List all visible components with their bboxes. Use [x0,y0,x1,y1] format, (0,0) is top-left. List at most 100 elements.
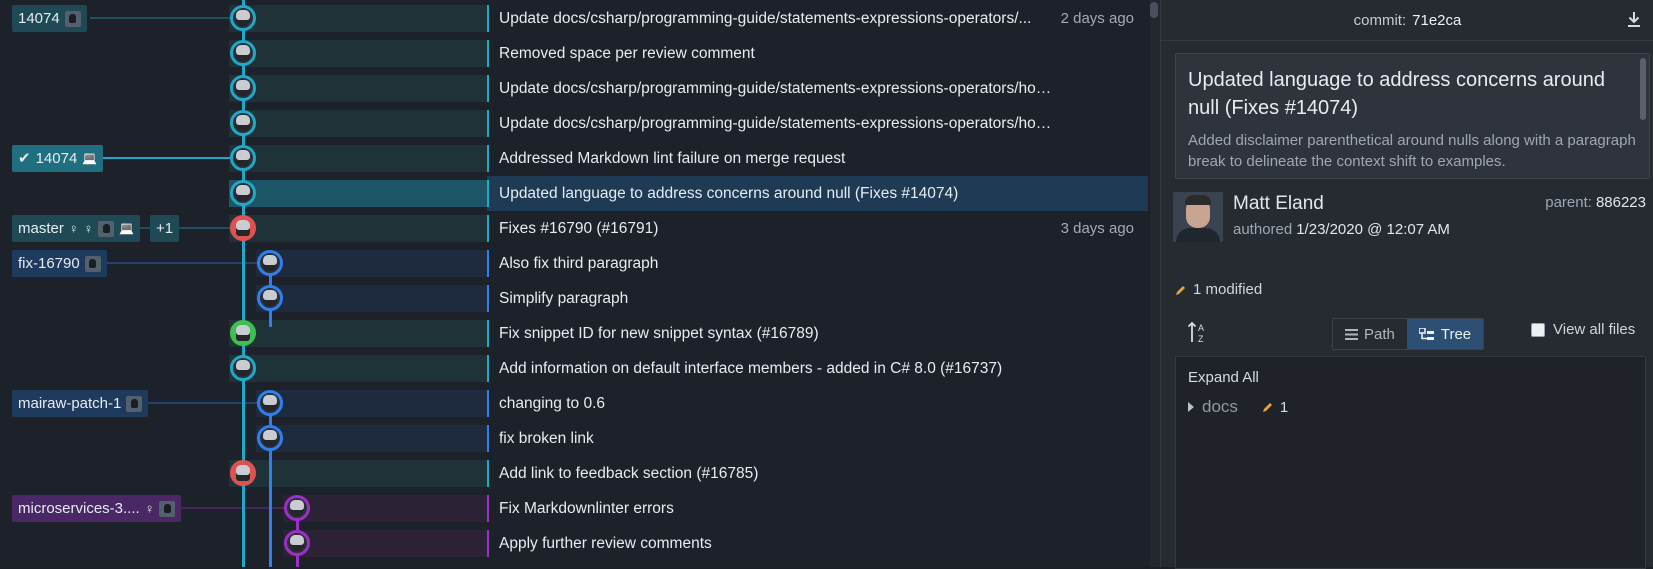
commit-row[interactable]: Add information on default interface mem… [0,351,1148,386]
laptop-icon: 💻 [82,151,98,165]
branch-label[interactable]: ✔ 14074 💻 [12,145,104,172]
avatar-icon [290,535,304,551]
branch-label[interactable]: 14074 [12,5,87,32]
download-icon[interactable] [1626,11,1642,29]
commit-node-avatar[interactable] [257,285,283,311]
caret-right-icon[interactable] [1188,402,1194,412]
pencil-icon [1262,403,1272,412]
commit-node-avatar[interactable] [230,145,256,171]
list-icon [1345,328,1358,340]
avatar-icon [263,290,277,306]
lane-band [283,530,487,557]
avatar-icon [263,430,277,446]
commit-sha[interactable]: 71e2ca [1412,12,1461,29]
expand-all-link[interactable]: Expand All [1188,369,1259,386]
commit-date: 3 days ago [1060,220,1134,237]
modified-summary: 1 modified [1175,281,1262,298]
avatar-icon [236,325,250,341]
graph-scrollbar[interactable] [1150,2,1158,18]
avatar-icon [236,360,250,376]
lane-band [256,390,487,417]
commit-row[interactable]: 14074 Update docs/csharp/programming-guid… [0,1,1148,36]
commit-node-avatar[interactable] [230,5,256,31]
commit-row[interactable]: Updated language to address concerns aro… [0,176,1148,211]
parent-sha[interactable]: 886223 [1596,194,1646,211]
commit-message: Fix Markdownlinter errors [499,500,674,517]
branch-label[interactable]: fix-16790 [12,250,107,277]
more-labels-badge[interactable]: +1 [150,215,180,242]
avatar-icon [84,255,101,272]
commit-row[interactable]: Update docs/csharp/programming-guide/sta… [0,106,1148,141]
view-all-files-checkbox[interactable] [1531,322,1545,337]
commit-message: Simplify paragraph [499,290,629,307]
commit-date: 2 days ago [1060,10,1134,27]
lane-band [229,460,487,487]
parent-label: parent: [1545,194,1592,211]
lane-band [229,145,487,172]
commit-node-avatar[interactable] [284,530,310,556]
avatar-icon [64,10,81,27]
commit-row[interactable]: Simplify paragraph [0,281,1148,316]
branch-name: microservices-3.... [18,500,140,517]
lane-band [229,355,487,382]
commit-row[interactable]: Update docs/csharp/programming-guide/sta… [0,71,1148,106]
avatar-icon [236,45,250,61]
commit-message-box[interactable]: Updated language to address concerns aro… [1175,53,1650,179]
commit-row[interactable]: microservices-3.... ♀ Fix Markdownlinter e… [0,491,1148,526]
avatar-icon [236,465,250,481]
commit-node-avatar[interactable] [230,180,256,206]
panel-divider[interactable] [1150,0,1160,567]
commit-node-avatar[interactable] [230,460,256,486]
commit-header: commit: 71e2ca [1161,0,1653,41]
commit-node-avatar[interactable] [257,425,283,451]
branch-connector [90,17,243,19]
sort-az-icon[interactable]: A Z [1187,320,1209,344]
branch-label[interactable]: microservices-3.... ♀ [12,495,182,522]
lane-band [256,285,487,312]
tree-item-docs[interactable]: docs 1 [1188,397,1288,417]
path-view-button[interactable]: Path [1333,319,1407,349]
commit-message: Removed space per review comment [499,45,755,62]
commit-row[interactable]: fix-16790 Also fix third paragraph [0,246,1148,281]
commit-row[interactable]: ✔ 14074 💻 Addressed Markdown lint failure o… [0,141,1148,176]
message-scrollbar[interactable] [1640,58,1646,120]
view-all-files-toggle[interactable]: View all files [1531,321,1635,338]
commit-row[interactable]: Removed space per review comment [0,36,1148,71]
commit-row[interactable]: Add link to feedback section (#16785) [0,456,1148,491]
commit-node-avatar[interactable] [230,110,256,136]
commit-node-avatar[interactable] [257,390,283,416]
commit-node-avatar[interactable] [230,215,256,241]
svg-text:Z: Z [1198,334,1204,344]
lane-band [229,75,487,102]
commit-node-avatar[interactable] [230,75,256,101]
avatar-icon [126,395,143,412]
person-icon: ♀ [144,501,155,516]
commit-message: Update docs/csharp/programming-guide/sta… [499,115,1059,132]
branch-label[interactable]: mairaw-patch-1 [12,390,149,417]
person-icon: ♀ [83,221,94,236]
branch-label[interactable]: master ♀ ♀ 💻 [12,215,141,242]
lane-band [256,250,487,277]
lane-color-bar [487,320,489,347]
commit-node-avatar[interactable] [284,495,310,521]
commit-row[interactable]: mairaw-patch-1 changing to 0.6 [0,386,1148,421]
commit-row[interactable]: Apply further review comments [0,526,1148,561]
lane-band [229,5,487,32]
lane-color-bar [487,40,489,67]
commit-row[interactable]: master ♀ ♀ 💻 +1 Fixes #16790 (#16791) 3 days a… [0,211,1148,246]
commit-node-avatar[interactable] [230,40,256,66]
laptop-icon: 💻 [119,221,135,235]
commit-row[interactable]: Fix snippet ID for new snippet syntax (#… [0,316,1148,351]
lane-color-bar [487,390,489,417]
commit-node-avatar[interactable] [230,320,256,346]
commit-row[interactable]: fix broken link [0,421,1148,456]
avatar-icon [98,220,115,237]
commit-message-title: Updated language to address concerns aro… [1188,69,1605,119]
commit-node-avatar[interactable] [230,355,256,381]
commit-node-avatar[interactable] [257,250,283,276]
authored-info: authored 1/23/2020 @ 12:07 AM [1233,221,1450,238]
tree-view-button[interactable]: Tree [1406,319,1484,349]
lane-color-bar [487,180,489,207]
commit-detail-panel: commit: 71e2ca Updated language to addre… [1160,0,1653,569]
avatar-icon [263,395,277,411]
